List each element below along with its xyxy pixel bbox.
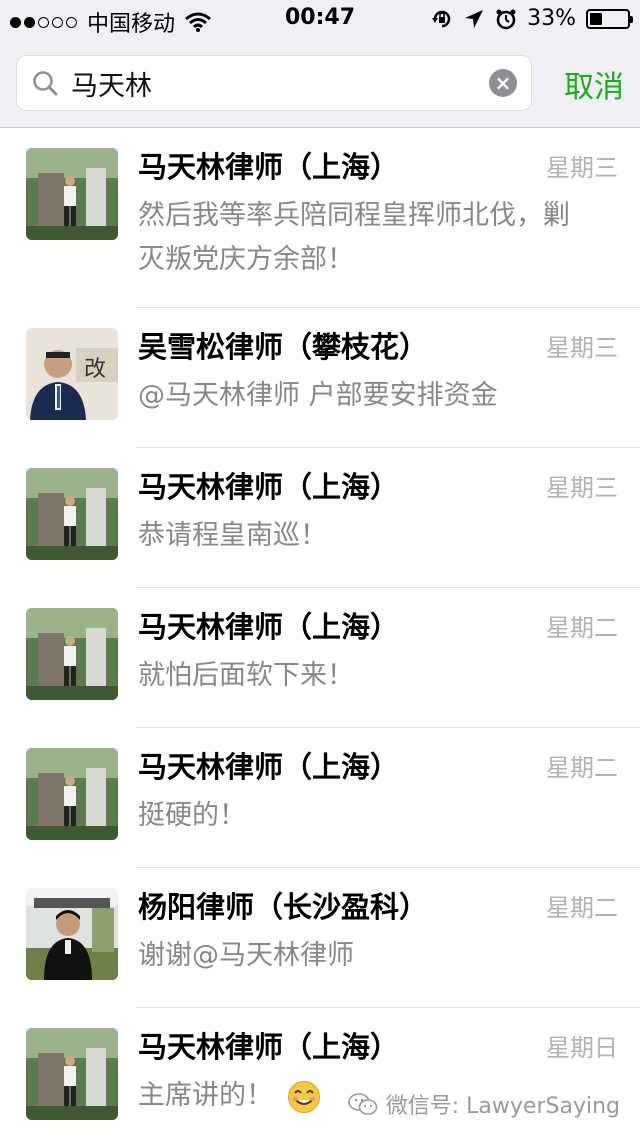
message-day: 星期日 xyxy=(546,1034,618,1062)
search-icon xyxy=(33,71,58,96)
avatar[interactable] xyxy=(26,608,118,700)
message-day: 星期三 xyxy=(546,474,618,502)
watermark-text: 微信号: LawyerSaying xyxy=(385,1094,620,1119)
avatar[interactable] xyxy=(26,1028,118,1120)
avatar[interactable]: 改 xyxy=(26,328,118,420)
list-item[interactable]: 马天林律师（上海） 星期三 恭请程皇南巡！ xyxy=(0,448,640,588)
search-results-list: 马天林律师（上海） 星期三 然后我等率兵陪同程皇挥师北伐，剿灭叛党庆方余部！ 改… xyxy=(0,128,640,1136)
portrait-icon-a xyxy=(26,748,118,840)
portrait-icon-a xyxy=(26,1028,118,1120)
list-item[interactable]: 马天林律师（上海） 星期二 就怕后面软下来！ xyxy=(0,588,640,728)
rotation-lock-icon xyxy=(432,10,451,27)
message-preview: 谢谢@马天林律师 xyxy=(138,940,354,971)
contact-name: 马天林律师（上海） xyxy=(138,470,400,504)
message-preview: 主席讲的！ xyxy=(138,1080,273,1111)
avatar[interactable] xyxy=(26,748,118,840)
list-item[interactable]: 马天林律师（上海） 星期三 然后我等率兵陪同程皇挥师北伐，剿灭叛党庆方余部！ xyxy=(0,128,640,308)
avatar[interactable] xyxy=(26,888,118,980)
message-day: 星期三 xyxy=(546,154,618,182)
contact-name: 马天林律师（上海） xyxy=(138,150,400,184)
contact-name: 马天林律师（上海） xyxy=(138,1030,400,1064)
battery-fill xyxy=(590,12,602,25)
contact-name: 吴雪松律师（攀枝花） xyxy=(138,330,429,364)
message-day: 星期二 xyxy=(546,754,618,782)
battery-icon xyxy=(586,8,633,29)
list-item[interactable]: 改 吴雪松律师（攀枝花） 星期三 @马天林律师 户部要安排资金 xyxy=(0,308,640,448)
portrait-icon-c xyxy=(26,888,118,980)
message-preview: @马天林律师 户部要安排资金 xyxy=(138,380,498,411)
search-header: × 取消 xyxy=(0,40,640,128)
portrait-icon-a xyxy=(26,148,118,240)
contact-name: 马天林律师（上海） xyxy=(138,750,400,784)
list-item[interactable]: 马天林律师（上海） 星期二 挺硬的！ xyxy=(0,728,640,868)
search-input[interactable] xyxy=(71,62,481,104)
smile-emoji-icon xyxy=(288,1080,320,1113)
message-preview: 挺硬的！ xyxy=(138,800,246,831)
list-item[interactable]: 杨阳律师（长沙盈科） 星期二 谢谢@马天林律师 xyxy=(0,868,640,1008)
contact-name: 杨阳律师（长沙盈科） xyxy=(138,890,429,924)
search-box[interactable]: × xyxy=(16,55,532,111)
status-right: 33% xyxy=(431,6,633,31)
message-day: 星期二 xyxy=(546,614,618,642)
contact-name: 马天林律师（上海） xyxy=(138,610,400,644)
message-preview: 就怕后面软下来！ xyxy=(138,660,354,691)
battery-percent: 33% xyxy=(527,6,576,31)
message-preview: 然后我等率兵陪同程皇挥师北伐，剿灭叛党庆方余部！ xyxy=(138,200,570,275)
message-day: 星期三 xyxy=(546,334,618,362)
alarm-clock-icon xyxy=(496,9,516,29)
status-bar: 中国移动 00:47 33% xyxy=(0,0,640,40)
cancel-button[interactable]: 取消 xyxy=(564,62,624,106)
clear-search-icon[interactable]: × xyxy=(489,69,517,97)
wechat-logo-icon xyxy=(347,1093,378,1115)
message-preview: 恭请程皇南巡！ xyxy=(138,520,327,551)
avatar[interactable] xyxy=(26,148,118,240)
watermark: 微信号: LawyerSaying xyxy=(347,1088,620,1120)
location-arrow-icon xyxy=(465,9,484,28)
portrait-icon-b: 改 xyxy=(26,328,118,420)
portrait-icon-a xyxy=(26,468,118,560)
portrait-icon-a xyxy=(26,608,118,700)
avatar[interactable] xyxy=(26,468,118,560)
message-day: 星期二 xyxy=(546,894,618,922)
svg-text:改: 改 xyxy=(84,357,106,382)
